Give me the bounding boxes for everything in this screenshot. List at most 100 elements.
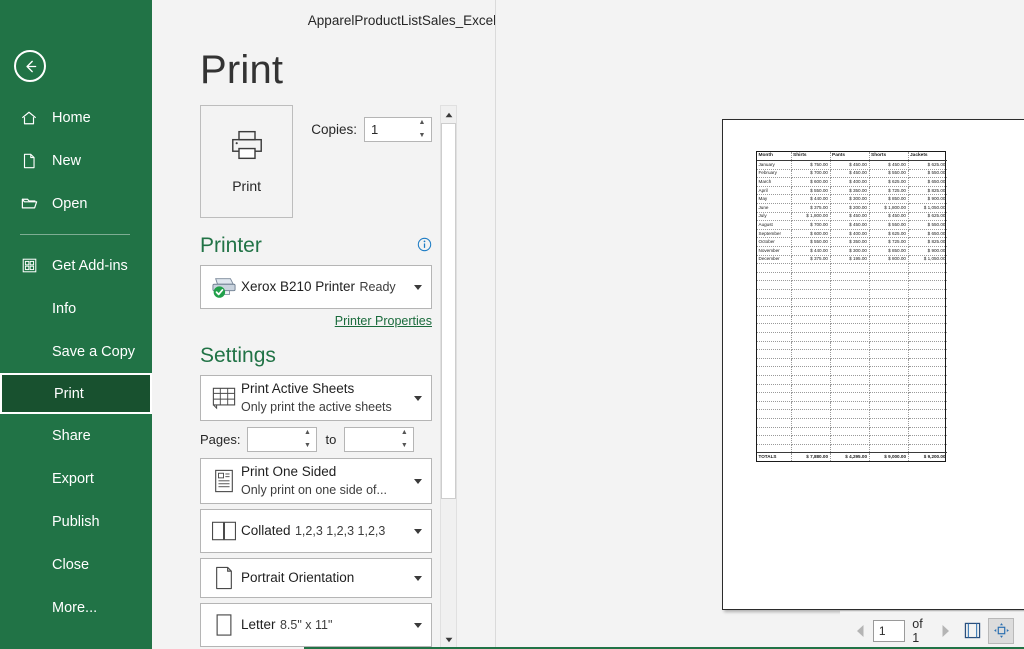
empty-cell: [908, 375, 947, 384]
paper-size-text: Letter 8.5" x 11": [241, 616, 425, 634]
table-row: October$ 550.00$ 350.00$ 725.00$ 825.00: [757, 238, 947, 247]
sidebar-item-open[interactable]: Open: [0, 182, 152, 225]
empty-cell: [830, 332, 869, 341]
paper-size-secondary: 8.5" x 11": [280, 618, 332, 632]
show-margins-button[interactable]: [959, 618, 985, 644]
backstage-content: ApparelProductListSales_ExcelChartData •…: [152, 0, 1024, 649]
empty-cell: [908, 358, 947, 367]
scrollbar-track[interactable]: [441, 123, 456, 631]
zoom-to-page-button[interactable]: [988, 618, 1014, 644]
copies-decrement-icon[interactable]: ▼: [415, 132, 429, 140]
print-button-label: Print: [232, 178, 261, 194]
pages-from-input[interactable]: [248, 432, 298, 447]
info-icon[interactable]: [417, 237, 432, 257]
pages-from-stepper[interactable]: ▲ ▼: [247, 427, 317, 452]
amount-cell: $ 725.00: [869, 238, 908, 247]
orientation-selector[interactable]: Portrait Orientation: [200, 558, 432, 598]
worksheet-preview: Month Shirts Pants Shorts Jackets Januar…: [756, 151, 946, 462]
sidebar-item-publish[interactable]: Publish: [0, 500, 152, 543]
settings-scrollbar[interactable]: [440, 105, 457, 649]
empty-cell: [757, 272, 791, 281]
sidebar-item-print[interactable]: Print: [0, 373, 152, 414]
empty-cell: [908, 436, 947, 445]
amount-cell: $ 1,050.00: [908, 255, 947, 264]
pages-to-spinner-arrows[interactable]: ▲ ▼: [397, 429, 411, 450]
empty-cell: [908, 384, 947, 393]
empty-cell: [757, 427, 791, 436]
sidebar-item-info[interactable]: Info: [0, 287, 152, 330]
empty-cell: [757, 298, 791, 307]
table-row-empty: [757, 298, 947, 307]
sidebar-item-home[interactable]: Home: [0, 96, 152, 139]
table-row-empty: [757, 393, 947, 402]
sidebar-item-label: Open: [52, 196, 87, 212]
sidebar-item-more[interactable]: More...: [0, 586, 152, 629]
sidebar-item-label: Close: [52, 557, 89, 573]
empty-cell: [830, 281, 869, 290]
empty-cell: [908, 444, 947, 453]
chevron-down-icon: [414, 396, 422, 401]
pages-to-increment-icon[interactable]: ▲: [397, 429, 411, 437]
sidebar-item-get-add-ins[interactable]: Get Add-ins: [0, 244, 152, 287]
page-number-input[interactable]: [874, 624, 904, 638]
pages-to-stepper[interactable]: ▲ ▼: [344, 427, 414, 452]
empty-cell: [791, 298, 830, 307]
printer-selector[interactable]: Xerox B210 Printer Ready: [200, 265, 432, 309]
amount-cell: $ 440.00: [791, 247, 830, 256]
pages-from-increment-icon[interactable]: ▲: [300, 429, 314, 437]
empty-cell: [908, 290, 947, 299]
table-row-empty: [757, 367, 947, 376]
paper-size-selector[interactable]: Letter 8.5" x 11": [200, 603, 432, 647]
sidebar-item-export[interactable]: Export: [0, 457, 152, 500]
table-row: September$ 600.00$ 400.00$ 625.00$ 650.0…: [757, 229, 947, 238]
pages-to-input[interactable]: [345, 432, 395, 447]
empty-cell: [757, 290, 791, 299]
amount-cell: $ 750.00: [791, 161, 830, 170]
amount-cell: $ 1,050.00: [908, 204, 947, 213]
scroll-up-button[interactable]: [441, 106, 456, 123]
empty-cell: [869, 401, 908, 410]
sidebar-item-share[interactable]: Share: [0, 414, 152, 457]
preview-page[interactable]: Month Shirts Pants Shorts Jackets Januar…: [722, 119, 1024, 610]
copies-spinner-arrows[interactable]: ▲ ▼: [415, 119, 429, 140]
empty-cell: [908, 427, 947, 436]
scroll-down-button[interactable]: [441, 631, 456, 648]
empty-cell: [830, 436, 869, 445]
amount-cell: $ 600.00: [791, 178, 830, 187]
pages-from-decrement-icon[interactable]: ▼: [300, 442, 314, 450]
previous-page-button[interactable]: [850, 619, 871, 643]
empty-cell: [791, 290, 830, 299]
next-page-button[interactable]: [935, 619, 956, 643]
empty-cell: [830, 410, 869, 419]
empty-cell: [757, 315, 791, 324]
table-header: Month Shirts Pants Shorts Jackets: [757, 152, 947, 161]
pages-from-spinner-arrows[interactable]: ▲ ▼: [300, 429, 314, 450]
copies-input[interactable]: [365, 122, 413, 137]
amount-cell: $ 440.00: [791, 195, 830, 204]
sidebar-item-label: Print: [54, 386, 84, 402]
empty-cell: [869, 444, 908, 453]
empty-cell: [791, 324, 830, 333]
copies-stepper[interactable]: ▲ ▼: [364, 117, 432, 142]
sidebar-item-new[interactable]: New: [0, 139, 152, 182]
back-arrow-icon[interactable]: [14, 50, 46, 82]
printer-properties-link[interactable]: Printer Properties: [200, 314, 432, 328]
chevron-down-icon: [414, 576, 422, 581]
print-button[interactable]: Print: [200, 105, 293, 218]
printer-status: Ready: [360, 280, 396, 294]
preview-view-controls: [956, 618, 1014, 644]
sidebar-item-close[interactable]: Close: [0, 543, 152, 586]
chevron-down-icon: [414, 623, 422, 628]
pages-to-decrement-icon[interactable]: ▼: [397, 442, 411, 450]
empty-cell: [791, 264, 830, 273]
page-number-field[interactable]: [873, 620, 905, 642]
print-range-selector[interactable]: Print Active Sheets Only print the activ…: [200, 375, 432, 421]
sidebar-item-save-a-copy[interactable]: Save a Copy: [0, 330, 152, 373]
sidebar-divider: [20, 234, 130, 235]
copies-increment-icon[interactable]: ▲: [415, 119, 429, 127]
collation-selector[interactable]: Collated 1,2,3 1,2,3 1,2,3: [200, 509, 432, 553]
print-range-primary: Print Active Sheets: [241, 381, 354, 396]
excel-print-backstage: Home New Open: [0, 0, 1024, 649]
print-sides-selector[interactable]: Print One Sided Only print on one side o…: [200, 458, 432, 504]
scrollbar-thumb[interactable]: [441, 123, 456, 499]
